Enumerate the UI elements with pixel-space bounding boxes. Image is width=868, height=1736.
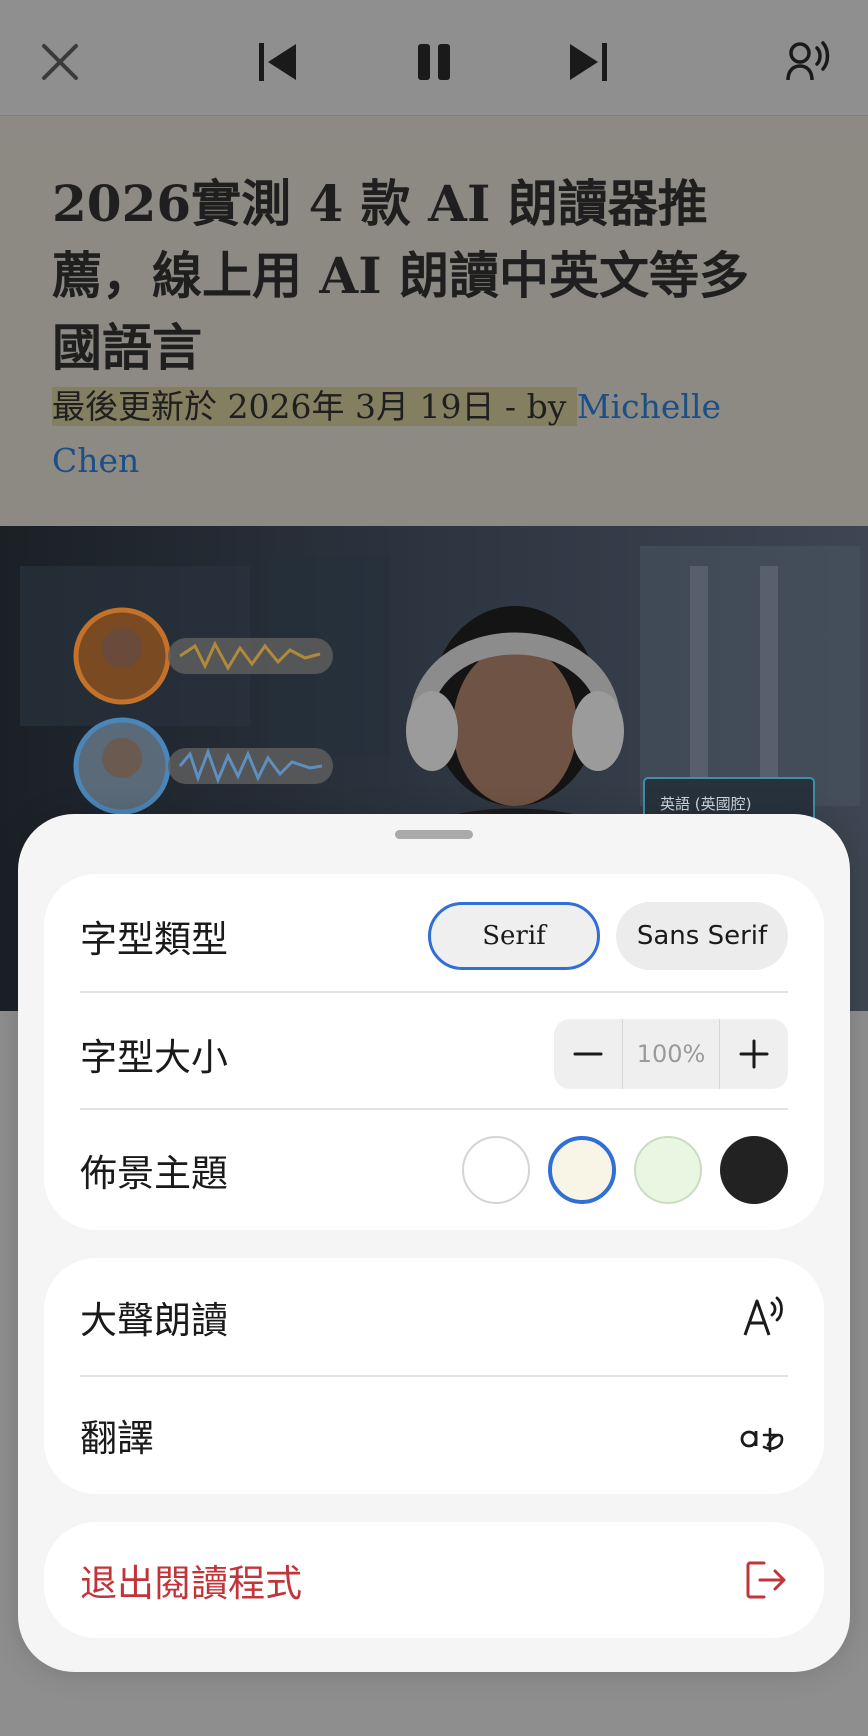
exit-reader-row[interactable]: 退出閱讀程式: [80, 1539, 788, 1621]
translate-icon: [740, 1427, 784, 1453]
divider: [80, 1108, 788, 1110]
font-size-label: 字型大小: [80, 1036, 228, 1079]
skip-next-icon: [570, 43, 607, 81]
skip-previous-icon: [259, 43, 296, 81]
font-type-options: Serif Sans Serif: [428, 902, 788, 970]
font-type-row: 字型類型 Serif Sans Serif: [80, 896, 788, 976]
exit-reader-label: 退出閱讀程式: [80, 1562, 302, 1605]
theme-white-swatch[interactable]: [462, 1136, 530, 1204]
pause-button[interactable]: [402, 30, 466, 94]
increase-font-button[interactable]: [720, 1019, 788, 1089]
minus-icon: [573, 1052, 603, 1056]
language-badge: 英語 (英國腔): [660, 795, 751, 813]
theme-row: 佈景主題: [80, 1130, 788, 1210]
decrease-font-button[interactable]: [554, 1019, 622, 1089]
read-aloud-icon: [743, 1296, 783, 1336]
divider: [80, 1375, 788, 1377]
appearance-card: 字型類型 Serif Sans Serif 字型大小 100% 佈景主題: [44, 874, 824, 1230]
sheet-grabber[interactable]: [395, 830, 473, 839]
read-aloud-label: 大聲朗讀: [80, 1299, 228, 1342]
article-meta: 最後更新於 2026年 3月 19日 - by Michelle Chen: [52, 380, 772, 488]
playback-toolbar: [0, 0, 868, 116]
exit-card[interactable]: 退出閱讀程式: [44, 1522, 824, 1638]
previous-button[interactable]: [246, 30, 310, 94]
theme-sepia-swatch[interactable]: [548, 1136, 616, 1204]
font-type-label: 字型類型: [80, 918, 228, 961]
translate-label: 翻譯: [80, 1417, 154, 1460]
exit-icon: [746, 1561, 786, 1599]
font-sans-serif-option[interactable]: Sans Serif: [616, 902, 788, 970]
theme-swatches: [462, 1136, 788, 1204]
font-size-stepper: 100%: [554, 1019, 788, 1089]
theme-dark-swatch[interactable]: [720, 1136, 788, 1204]
actions-card: 大聲朗讀 翻譯: [44, 1258, 824, 1494]
voice-settings-button[interactable]: [776, 30, 840, 94]
theme-green-swatch[interactable]: [634, 1136, 702, 1204]
updated-date: 最後更新於 2026年 3月 19日 - by: [52, 387, 577, 426]
reader-settings-sheet: 字型類型 Serif Sans Serif 字型大小 100% 佈景主題 大聲朗…: [18, 814, 850, 1672]
next-button[interactable]: [556, 30, 620, 94]
voice-speaker-icon: [786, 41, 830, 81]
close-icon: [42, 44, 78, 80]
read-aloud-row[interactable]: 大聲朗讀: [80, 1276, 788, 1358]
article-header: 2026實測 4 款 AI 朗讀器推薦，線上用 AI 朗讀中英文等多國語言 最後…: [0, 116, 868, 526]
article-title: 2026實測 4 款 AI 朗讀器推薦，線上用 AI 朗讀中英文等多國語言: [52, 174, 749, 377]
close-button[interactable]: [28, 30, 92, 94]
pause-icon: [418, 44, 450, 80]
theme-label: 佈景主題: [80, 1152, 228, 1195]
divider: [80, 991, 788, 993]
font-serif-option[interactable]: Serif: [428, 902, 600, 970]
translate-row[interactable]: 翻譯: [80, 1394, 788, 1476]
font-size-value: 100%: [622, 1019, 720, 1089]
plus-icon: [739, 1039, 769, 1069]
font-size-row: 字型大小 100%: [80, 1014, 788, 1094]
